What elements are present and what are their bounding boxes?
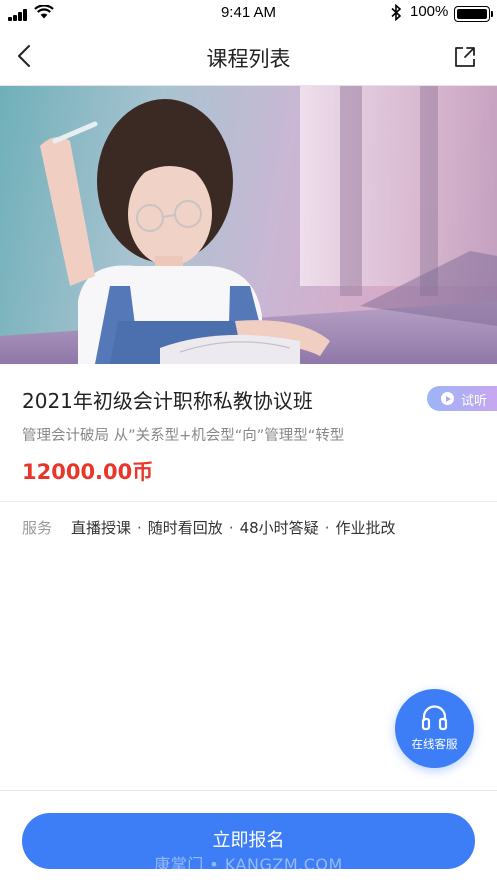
service-item: 随时看回放 [147, 519, 223, 537]
divider [0, 501, 497, 502]
bottom-bar: 立即报名 康掌门 • KANGZM.COM [0, 790, 497, 883]
separator-dot: · [228, 519, 234, 537]
play-icon [441, 392, 454, 405]
course-price: 12000.00币 [22, 460, 154, 484]
course-banner-image [0, 86, 497, 364]
battery-icon [454, 6, 493, 22]
course-subtitle: 管理会计破局 从”关系型+机会型“向”管理型“转型 [22, 428, 345, 444]
online-service-button[interactable]: 在线客服 [395, 689, 474, 768]
service-label: 服务 [22, 519, 53, 537]
status-bar: 9:41 AM 100% [0, 0, 497, 26]
online-service-label: 在线客服 [411, 737, 458, 751]
separator-dot: · [324, 519, 330, 537]
page-title: 课程列表 [206, 47, 291, 71]
service-list: 直播授课 · 随时看回放 · 48小时答疑 · 作业批改 [71, 517, 395, 538]
trial-label: 试听 [461, 394, 488, 409]
service-item: 48小时答疑 [239, 519, 319, 537]
share-icon[interactable] [453, 45, 477, 69]
service-item: 作业批改 [335, 519, 396, 537]
watermark: 康掌门 • KANGZM.COM [154, 855, 343, 874]
separator-dot: · [137, 519, 142, 537]
headphones-icon [421, 705, 448, 731]
service-item: 直播授课 [71, 519, 132, 537]
bluetooth-icon [391, 4, 402, 21]
nav-bar: 课程列表 [0, 26, 497, 86]
battery-percent: 100% [410, 3, 449, 20]
trial-button[interactable]: 试听 [427, 386, 497, 411]
course-title: 2021年初级会计职称私教协议班 [22, 389, 313, 413]
